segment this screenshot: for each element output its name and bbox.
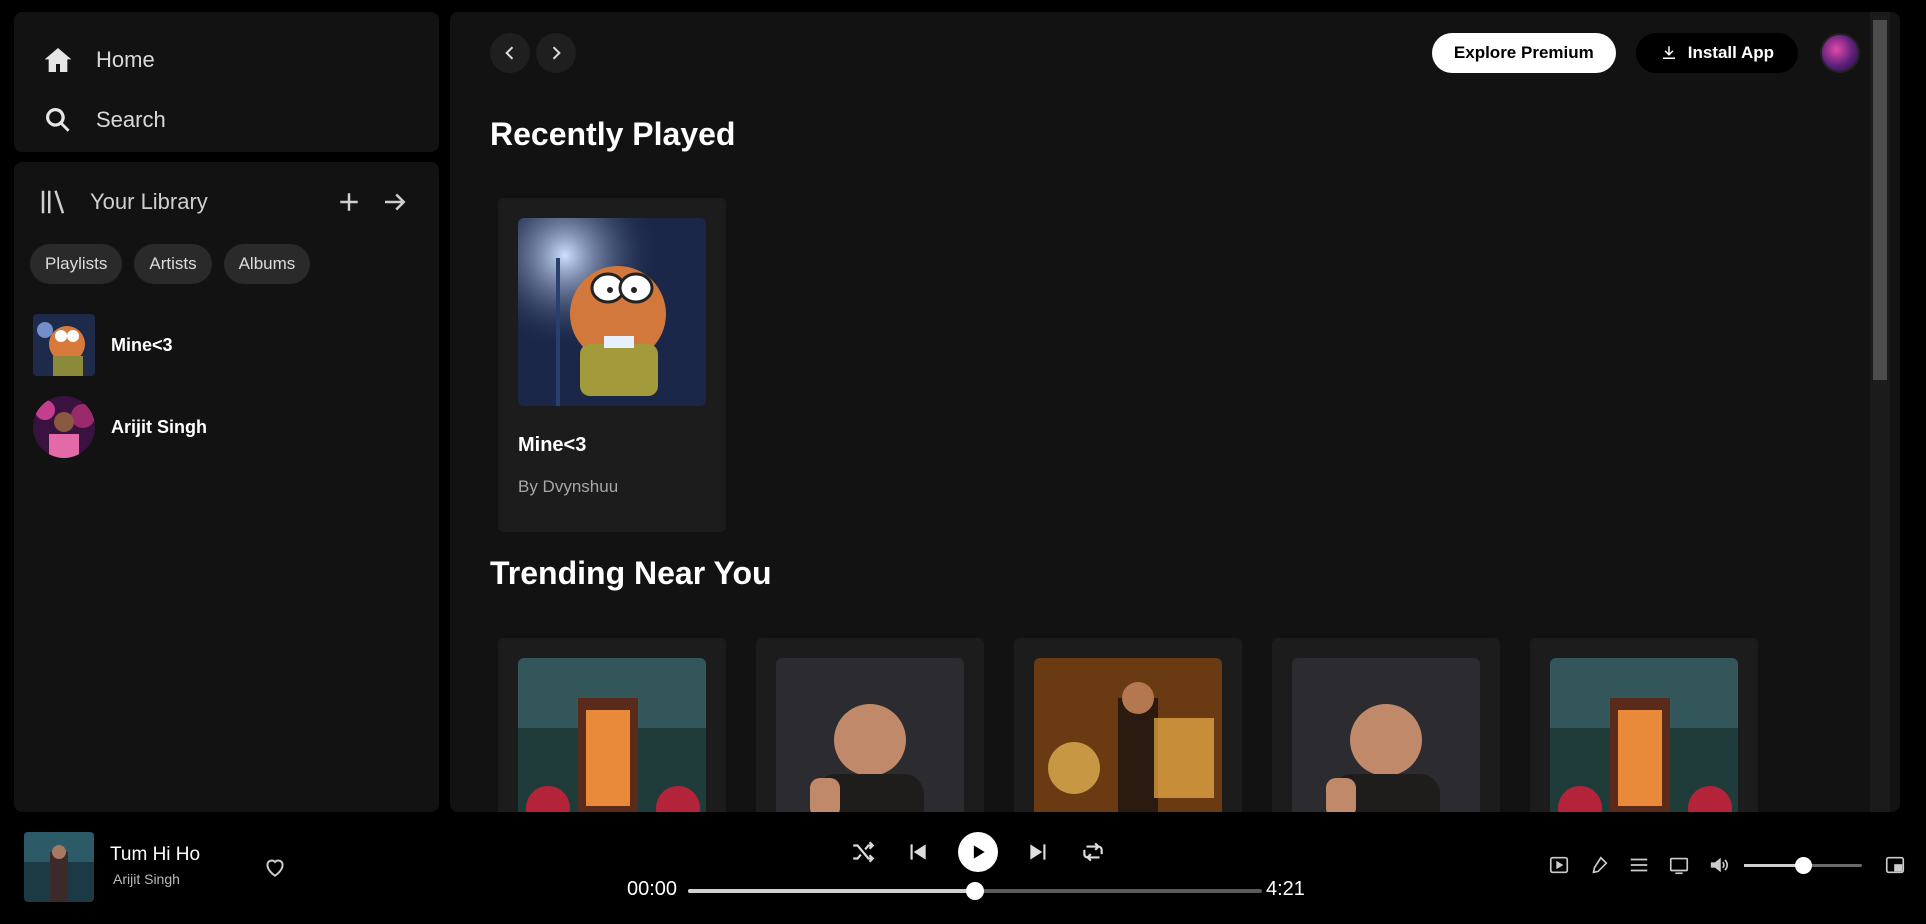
install-app-button[interactable]: Install App	[1635, 33, 1798, 73]
arrow-right-icon	[385, 193, 406, 211]
player-extra-controls	[1548, 854, 1730, 876]
install-app-label: Install App	[1687, 43, 1774, 62]
chip-albums[interactable]: Albums	[223, 244, 311, 284]
heart-icon[interactable]	[262, 854, 288, 880]
trending-title: Trending Near You	[490, 555, 772, 591]
nav-home[interactable]: Home	[42, 30, 411, 90]
connect-device-icon[interactable]	[1668, 854, 1690, 876]
artist-avatar	[33, 396, 95, 458]
expand-library-button[interactable]	[375, 182, 415, 222]
library-panel: Your Library Playlists Artists Albums Mi…	[14, 162, 439, 812]
explore-premium-button[interactable]: Explore Premium	[1431, 33, 1616, 73]
progress-knob[interactable]	[966, 882, 984, 900]
library-header: Your Library	[14, 162, 439, 242]
top-bar: Explore Premium Install App	[490, 32, 1860, 74]
library-title: Your Library	[90, 189, 208, 214]
microphone-icon[interactable]	[1588, 854, 1610, 876]
now-playing-artist[interactable]: Arijit Singh	[113, 871, 180, 887]
nav-search-label: Search	[96, 107, 166, 132]
add-library-button[interactable]	[329, 182, 369, 222]
download-icon	[1662, 46, 1675, 59]
library-list: Mine<3 Arijit Singh	[14, 304, 439, 468]
player-bar: Tum Hi Ho Arijit Singh 00:00 4:21	[0, 812, 1926, 924]
library-item-mine[interactable]: Mine<3	[14, 304, 439, 386]
plus-icon	[340, 193, 358, 211]
trending-card[interactable]	[1530, 638, 1758, 812]
library-item-name: Arijit Singh	[111, 416, 207, 437]
shuffle-icon[interactable]	[850, 839, 876, 865]
card-title: Mine<3	[518, 434, 587, 456]
trending-card[interactable]	[1272, 638, 1500, 812]
trending-card[interactable]	[498, 638, 726, 812]
library-filter-chips: Playlists Artists Albums	[14, 244, 439, 284]
search-icon	[46, 108, 70, 132]
card-cover	[1292, 658, 1480, 812]
library-title-button[interactable]: Your Library	[38, 187, 329, 217]
card-cover	[1034, 658, 1222, 812]
progress-bar[interactable]	[688, 882, 1262, 900]
recently-played-title: Recently Played	[490, 116, 736, 152]
library-item-name: Mine<3	[111, 334, 173, 355]
chevron-left-icon	[505, 46, 514, 60]
nav-home-label: Home	[96, 47, 155, 72]
card-cover	[518, 658, 706, 812]
forward-button[interactable]	[536, 33, 576, 73]
current-time: 00:00	[627, 878, 678, 900]
now-playing-view-icon[interactable]	[1548, 854, 1570, 876]
now-playing-cover[interactable]	[24, 832, 94, 902]
card-cover	[776, 658, 964, 812]
previous-icon[interactable]	[904, 839, 930, 865]
main-scrollbar[interactable]	[1870, 12, 1890, 812]
next-icon[interactable]	[1026, 839, 1052, 865]
card-cover	[1550, 658, 1738, 812]
trending-card[interactable]	[1014, 638, 1242, 812]
progress-fill	[688, 889, 975, 893]
repeat-icon[interactable]	[1080, 839, 1106, 865]
playback-controls	[850, 832, 1106, 872]
chip-playlists[interactable]: Playlists	[30, 244, 123, 284]
chip-artists[interactable]: Artists	[134, 244, 212, 284]
main-content: Explore Premium Install App Recently Pla…	[450, 12, 1900, 812]
nav-panel: Home Search	[14, 12, 439, 152]
card-subtitle: By Dvynshuu	[518, 477, 619, 496]
chevron-right-icon	[552, 46, 561, 60]
play-button[interactable]	[958, 832, 998, 872]
card-cover	[518, 218, 706, 406]
library-item-arijit-singh[interactable]: Arijit Singh	[14, 386, 439, 468]
nav-search[interactable]: Search	[42, 90, 411, 150]
queue-icon[interactable]	[1628, 854, 1650, 876]
scrollbar-thumb[interactable]	[1873, 20, 1887, 380]
volume-knob[interactable]	[1795, 857, 1812, 874]
volume-slider[interactable]	[1744, 857, 1862, 874]
trending-card[interactable]	[756, 638, 984, 812]
back-button[interactable]	[490, 33, 530, 73]
library-icon	[41, 190, 65, 214]
mini-player-icon[interactable]	[1884, 854, 1906, 876]
recent-card-mine[interactable]: Mine<3 By Dvynshuu	[498, 198, 726, 532]
volume-icon[interactable]	[1708, 854, 1730, 876]
home-icon	[44, 48, 72, 72]
total-time: 4:21	[1266, 878, 1305, 900]
play-icon	[973, 845, 985, 859]
user-avatar[interactable]	[1820, 33, 1860, 73]
playlist-cover	[33, 314, 95, 376]
now-playing-title[interactable]: Tum Hi Ho	[110, 844, 200, 866]
